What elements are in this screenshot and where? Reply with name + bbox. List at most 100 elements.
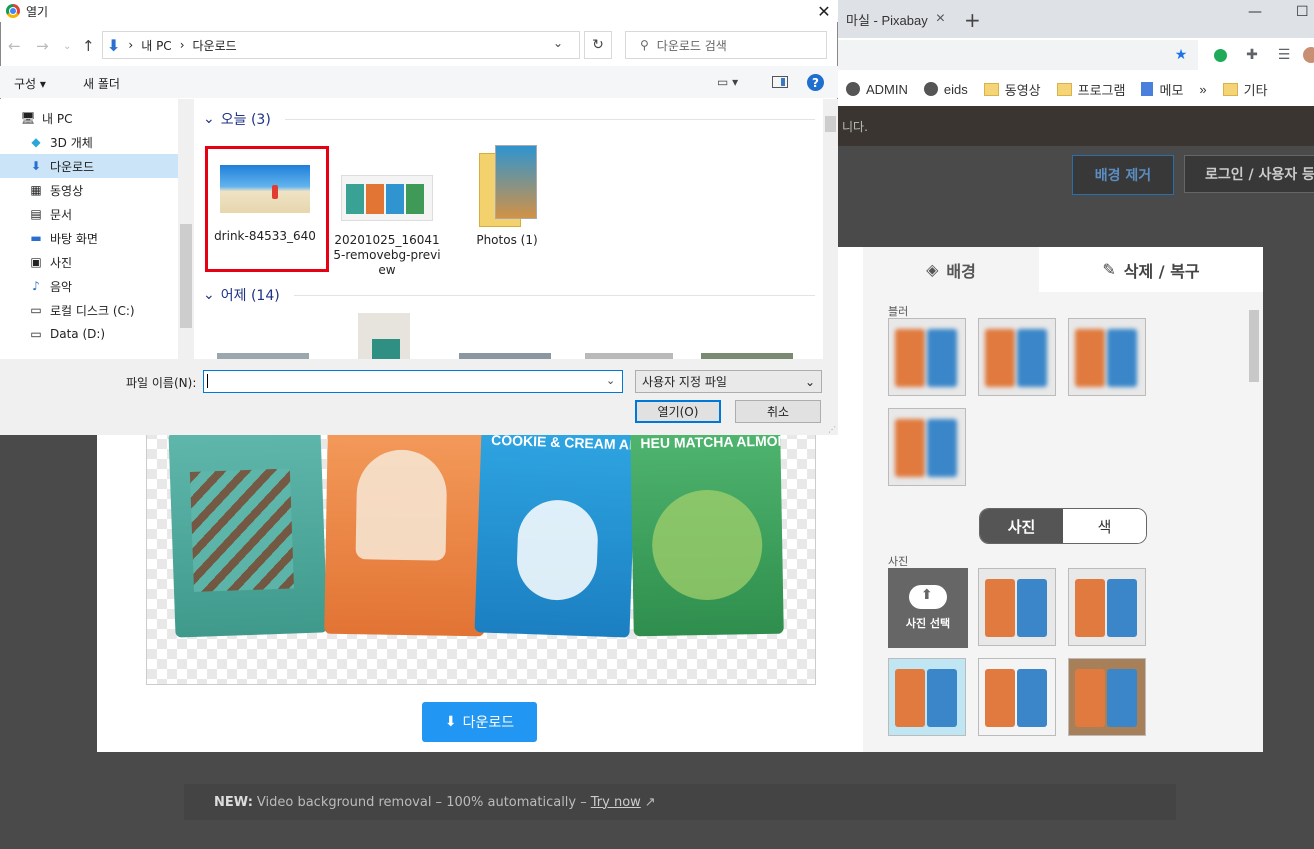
group-header-yesterday[interactable]: ⌄ 어제 (14) [203, 285, 815, 305]
folder-icon [1056, 82, 1072, 96]
new-folder-button[interactable]: 새 폴더 [83, 75, 120, 92]
help-icon[interactable]: ? [807, 74, 824, 91]
file-item[interactable]: 20201025_160415-removebg-preview [331, 175, 443, 278]
extension-green-icon[interactable] [1211, 46, 1229, 64]
download-folder-icon: ⬇ [107, 35, 121, 55]
breadcrumb-pc[interactable]: 내 PC [141, 37, 171, 54]
folder-name: Photos (1) [476, 233, 538, 247]
forward-arrow-icon[interactable]: → [36, 37, 49, 55]
cancel-button[interactable]: 취소 [735, 400, 821, 423]
nav-item-3d-objects[interactable]: ◆ 3D 개체 [0, 130, 178, 154]
background-photo-option[interactable] [1068, 568, 1146, 646]
download-button[interactable]: ⬇ 다운로드 [422, 702, 537, 742]
maximize-icon[interactable]: ☐ [1296, 4, 1309, 34]
background-photo-option[interactable] [1068, 658, 1146, 736]
recent-dropdown-icon[interactable]: ⌄ [63, 41, 71, 52]
nav-pane-scroll-thumb[interactable] [180, 224, 192, 328]
folder-icon [1222, 82, 1238, 96]
background-photo-option[interactable] [978, 658, 1056, 736]
file-name: 20201025_160415-removebg-preview [333, 233, 441, 277]
bookmark-video[interactable]: 동영상 [983, 80, 1041, 99]
folder-icon [477, 145, 537, 227]
snack-bag-1 [168, 427, 328, 638]
remove-background-button[interactable]: 배경 제거 [1072, 155, 1174, 195]
login-button[interactable]: 로그인 / 사용자 등 [1184, 155, 1314, 193]
segment-color[interactable]: 색 [1063, 509, 1146, 543]
snack-bag-2 [324, 428, 488, 637]
minimize-icon[interactable]: — [1248, 4, 1262, 34]
bookmark-overflow[interactable]: » [1199, 82, 1206, 97]
new-tab-button[interactable]: + [964, 8, 981, 32]
segment-photo[interactable]: 사진 [980, 509, 1063, 543]
address-bar[interactable] [838, 40, 1198, 70]
globe-icon [923, 82, 938, 96]
download-icon: ⬇ [444, 714, 457, 730]
dialog-close-icon[interactable]: ✕ [812, 0, 836, 22]
nav-item-documents[interactable]: ▤ 문서 [0, 202, 178, 226]
drive-icon: ▭ [30, 327, 42, 341]
window-controls: — ☐ [1248, 0, 1314, 34]
side-panel-scroll-thumb[interactable] [1249, 310, 1259, 382]
nav-item-desktop[interactable]: ▬ 바탕 화면 [0, 226, 178, 250]
up-arrow-icon[interactable]: ↑ [82, 37, 95, 55]
filename-input[interactable] [203, 370, 623, 393]
blur-option[interactable] [1068, 318, 1146, 396]
try-now-link[interactable]: Try now [591, 795, 641, 810]
chevron-down-icon: ⌄ [804, 374, 815, 389]
file-thumbnail-partial[interactable] [358, 313, 410, 359]
background-photo-option[interactable] [978, 568, 1056, 646]
nav-item-pictures[interactable]: ▣ 사진 [0, 250, 178, 274]
bookmark-star-icon[interactable]: ★ [1172, 46, 1190, 64]
files-pane-scrollbar[interactable] [823, 99, 838, 359]
open-button[interactable]: 열기(O) [635, 400, 721, 423]
files-pane-scroll-thumb[interactable] [825, 116, 836, 132]
browser-tab[interactable]: 마실 - Pixabay × [838, 0, 948, 38]
filename-label: 파일 이름(N): [126, 376, 197, 390]
back-arrow-icon[interactable]: ← [8, 37, 21, 55]
change-view-icon[interactable]: ▭ ▾ [717, 75, 753, 89]
blur-option[interactable] [978, 318, 1056, 396]
search-icon: ⚲ [640, 38, 649, 52]
nav-item-my-pc[interactable]: 🖥 내 PC [0, 106, 178, 130]
bookmark-program[interactable]: 프로그램 [1056, 80, 1125, 99]
text-caret [207, 374, 208, 388]
preview-pane-icon[interactable] [772, 76, 788, 88]
background-photo-option[interactable] [888, 658, 966, 736]
photo-color-toggle: 사진 색 [979, 508, 1147, 544]
nav-item-local-disk-c[interactable]: ▭ 로컬 디스크 (C:) [0, 298, 178, 322]
tab-background[interactable]: ◈ 배경 [863, 247, 1039, 292]
nav-item-videos[interactable]: ▦ 동영상 [0, 178, 178, 202]
dialog-address-bar[interactable]: ⬇ › 내 PC › 다운로드 [102, 31, 580, 59]
upload-photo-tile[interactable]: 사진 선택 [888, 568, 968, 648]
extensions-puzzle-icon[interactable]: ✚ [1243, 46, 1261, 64]
dialog-title: 열기 [26, 4, 49, 19]
filetype-select[interactable]: 사용자 지정 파일 ⌄ [635, 370, 822, 393]
folder-item[interactable]: Photos (1) [451, 145, 563, 248]
picture-icon: ▣ [30, 255, 42, 269]
nav-item-data-d[interactable]: ▭ Data (D:) [0, 322, 178, 346]
tab-close-icon[interactable]: × [936, 10, 945, 28]
blur-option[interactable] [888, 408, 966, 486]
tab-erase-restore[interactable]: ✎ 삭제 / 복구 [1039, 247, 1263, 292]
bookmark-other[interactable]: 기타 [1222, 80, 1268, 99]
bookmark-eids[interactable]: eids [923, 82, 968, 97]
dialog-search-input[interactable]: ⚲ 다운로드 검색 [625, 31, 827, 59]
address-dropdown-icon[interactable]: ⌄ [553, 36, 563, 50]
organize-menu[interactable]: 구성 ▾ [14, 75, 46, 92]
dialog-command-bar: 구성 ▾ 새 폴더 [0, 66, 838, 98]
bookmark-memo[interactable]: 메모 [1141, 80, 1183, 99]
blur-option[interactable] [888, 318, 966, 396]
breadcrumb-downloads[interactable]: 다운로드 [193, 37, 237, 54]
bookmark-admin[interactable]: ADMIN [846, 82, 908, 97]
nav-item-music[interactable]: ♪ 음악 [0, 274, 178, 298]
resize-grip-icon[interactable]: ⋰ [828, 425, 836, 434]
refresh-icon[interactable]: ↻ [584, 31, 612, 59]
nav-item-downloads[interactable]: ⬇ 다운로드 [0, 154, 178, 178]
notice-bar: 니다. [838, 106, 1314, 146]
group-header-today[interactable]: ⌄ 오늘 (3) [203, 109, 815, 129]
reading-list-icon[interactable]: ☰ [1275, 46, 1293, 64]
blur-section-label: 블러 [888, 305, 909, 318]
filename-dropdown-icon[interactable]: ⌄ [606, 374, 615, 387]
download-arrow-icon: ⬇ [30, 159, 42, 173]
profile-avatar-icon[interactable] [1302, 46, 1314, 64]
